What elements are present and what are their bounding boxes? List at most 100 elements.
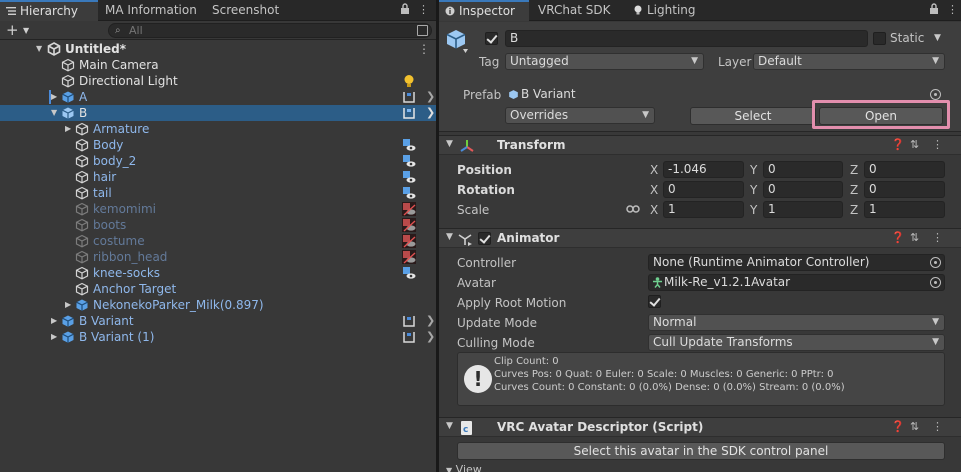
presets-icon[interactable]: ⇅ — [910, 231, 919, 244]
position-y-field[interactable]: 0 — [763, 161, 843, 178]
lock-icon[interactable] — [400, 3, 410, 17]
mesh-visibility-icon[interactable] — [402, 186, 416, 200]
tab-vrchat-sdk[interactable]: VRChat SDK — [532, 0, 617, 21]
chevron-right-icon[interactable]: ❯ — [426, 89, 435, 105]
chevron-right-icon[interactable]: ❯ — [426, 329, 435, 345]
help-icon[interactable]: ❓ — [891, 420, 905, 433]
culling-mode-dropdown[interactable]: Cull Update Transforms ▼ — [648, 334, 945, 351]
rotation-z-field[interactable]: 0 — [864, 181, 945, 198]
mesh-hidden-icon[interactable] — [402, 218, 416, 232]
active-checkbox[interactable] — [485, 32, 498, 45]
hierarchy-item-ribbon-head[interactable]: ribbon_head — [0, 249, 436, 265]
mesh-visibility-icon[interactable] — [402, 170, 416, 184]
select-avatar-sdk-button[interactable]: Select this avatar in the SDK control pa… — [457, 442, 945, 460]
tag-dropdown[interactable]: Untagged ▼ — [505, 53, 704, 70]
component-menu-icon[interactable]: ⋮ — [932, 420, 943, 433]
help-icon[interactable]: ❓ — [891, 138, 905, 151]
static-checkbox[interactable] — [873, 32, 886, 45]
mesh-hidden-icon[interactable] — [402, 234, 416, 248]
object-picker-icon[interactable] — [930, 257, 941, 268]
tab-ma-information[interactable]: MA Information — [99, 0, 203, 21]
lock-icon[interactable] — [929, 3, 939, 17]
collapse-arrow-icon[interactable]: ▼ — [446, 139, 453, 149]
hierarchy-item-body[interactable]: Body — [0, 137, 436, 153]
mesh-hidden-icon[interactable] — [402, 250, 416, 264]
help-icon[interactable]: ❓ — [891, 231, 905, 244]
mesh-visibility-icon[interactable] — [402, 266, 416, 280]
scale-y-field[interactable]: 1 — [763, 201, 843, 218]
scale-x-field[interactable]: 1 — [663, 201, 744, 218]
collapse-arrow-icon[interactable]: ▼ — [446, 421, 453, 431]
rotation-x-field[interactable]: 0 — [663, 181, 744, 198]
tab-inspector[interactable]: Inspector — [439, 0, 529, 21]
hierarchy-item-directional-light[interactable]: Directional Light — [0, 73, 436, 89]
mesh-visibility-icon[interactable] — [402, 154, 416, 168]
hierarchy-item-kemomimi[interactable]: kemomimi — [0, 201, 436, 217]
component-menu-icon[interactable]: ⋮ — [932, 231, 943, 244]
hierarchy-item-body-2[interactable]: body_2 — [0, 153, 436, 169]
tab-lighting[interactable]: Lighting — [627, 0, 702, 21]
component-menu-icon[interactable]: ⋮ — [932, 138, 943, 151]
position-x-field[interactable]: -1.046 — [663, 161, 744, 178]
search-filter-icon[interactable] — [417, 25, 428, 36]
hierarchy-item-hair[interactable]: hair — [0, 169, 436, 185]
select-button[interactable]: Select — [690, 107, 816, 125]
controller-field[interactable]: None (Runtime Animator Controller) — [648, 254, 945, 271]
hierarchy-item-knee-socks[interactable]: knee-socks — [0, 265, 436, 281]
rotation-y-field[interactable]: 0 — [763, 181, 843, 198]
scene-menu-icon[interactable]: ⋮ — [418, 41, 430, 57]
layer-dropdown[interactable]: Default ▼ — [753, 53, 945, 70]
presets-icon[interactable]: ⇅ — [910, 138, 919, 151]
collapse-arrow-icon[interactable]: ▼ — [446, 232, 453, 242]
scene-row[interactable]: ▼ Untitled* ⋮ — [0, 41, 436, 57]
hierarchy-item-a[interactable]: ▶ A ❯ — [0, 89, 436, 105]
link-scale-icon[interactable] — [626, 204, 640, 214]
hierarchy-item-boots[interactable]: boots — [0, 217, 436, 233]
search-input[interactable] — [129, 24, 409, 37]
hierarchy-item-b-variant[interactable]: ▶ B Variant ❯ — [0, 313, 436, 329]
overrides-dropdown[interactable]: Overrides ▼ — [505, 107, 655, 124]
animator-enabled-checkbox[interactable] — [478, 232, 491, 245]
hierarchy-item-b-variant-1[interactable]: ▶ B Variant (1) ❯ — [0, 329, 436, 345]
presets-icon[interactable]: ⇅ — [910, 420, 919, 433]
chevron-down-icon[interactable]: ▼ — [23, 26, 29, 35]
tab-screenshot[interactable]: Screenshot — [206, 0, 285, 21]
hierarchy-item-nekoneko-parker[interactable]: ▶ NekonekoParker_Milk(0.897) — [0, 297, 436, 313]
avatar-field[interactable]: Milk-Re_v1.2.1Avatar — [648, 274, 945, 291]
mesh-hidden-icon[interactable] — [402, 202, 416, 216]
chevron-right-icon[interactable]: ❯ — [426, 313, 435, 329]
animator-header[interactable]: ▼ Animator ❓ ⇅ ⋮ — [439, 228, 961, 248]
expand-arrow-icon[interactable]: ▶ — [65, 121, 71, 137]
tab-hierarchy[interactable]: Hierarchy — [0, 0, 98, 21]
hierarchy-search[interactable]: ⌕ — [108, 23, 432, 38]
mesh-visibility-icon[interactable] — [402, 138, 416, 152]
more-menu-icon[interactable]: ⋮ — [947, 3, 958, 16]
hierarchy-item-tail[interactable]: tail — [0, 185, 436, 201]
collapse-arrow-icon[interactable]: ▼ — [51, 105, 57, 121]
expand-arrow-icon[interactable]: ▶ — [51, 313, 57, 329]
position-z-field[interactable]: 0 — [864, 161, 945, 178]
expand-arrow-icon[interactable]: ▼ — [36, 41, 42, 57]
object-name-field[interactable]: B — [505, 30, 868, 47]
chevron-right-icon[interactable]: ❯ — [426, 105, 435, 121]
vrc-avatar-descriptor-header[interactable]: ▼ c VRC Avatar Descriptor (Script) ❓ ⇅ ⋮ — [439, 417, 961, 437]
more-menu-icon[interactable]: ⋮ — [418, 3, 429, 16]
view-foldout[interactable]: ▼ View — [446, 463, 482, 472]
object-picker-icon[interactable] — [930, 89, 941, 100]
static-dropdown-icon[interactable]: ▼ — [934, 33, 941, 43]
object-picker-icon[interactable] — [930, 277, 941, 288]
hierarchy-item-main-camera[interactable]: Main Camera — [0, 57, 436, 73]
hierarchy-item-armature[interactable]: ▶ Armature — [0, 121, 436, 137]
hierarchy-item-anchor-target[interactable]: Anchor Target — [0, 281, 436, 297]
expand-arrow-icon[interactable]: ▶ — [51, 329, 57, 345]
update-mode-dropdown[interactable]: Normal ▼ — [648, 314, 945, 331]
hierarchy-item-costume[interactable]: costume — [0, 233, 436, 249]
tag-label: Tag — [479, 55, 500, 69]
expand-arrow-icon[interactable]: ▶ — [65, 297, 71, 313]
hierarchy-item-b[interactable]: ▼ B ❯ — [0, 105, 436, 121]
expand-arrow-icon[interactable]: ▶ — [51, 89, 57, 105]
scale-z-field[interactable]: 1 — [864, 201, 945, 218]
transform-header[interactable]: ▼ Transform ❓ ⇅ ⋮ — [439, 135, 961, 155]
add-icon[interactable]: + — [6, 22, 19, 38]
apply-root-motion-checkbox[interactable] — [648, 295, 661, 308]
